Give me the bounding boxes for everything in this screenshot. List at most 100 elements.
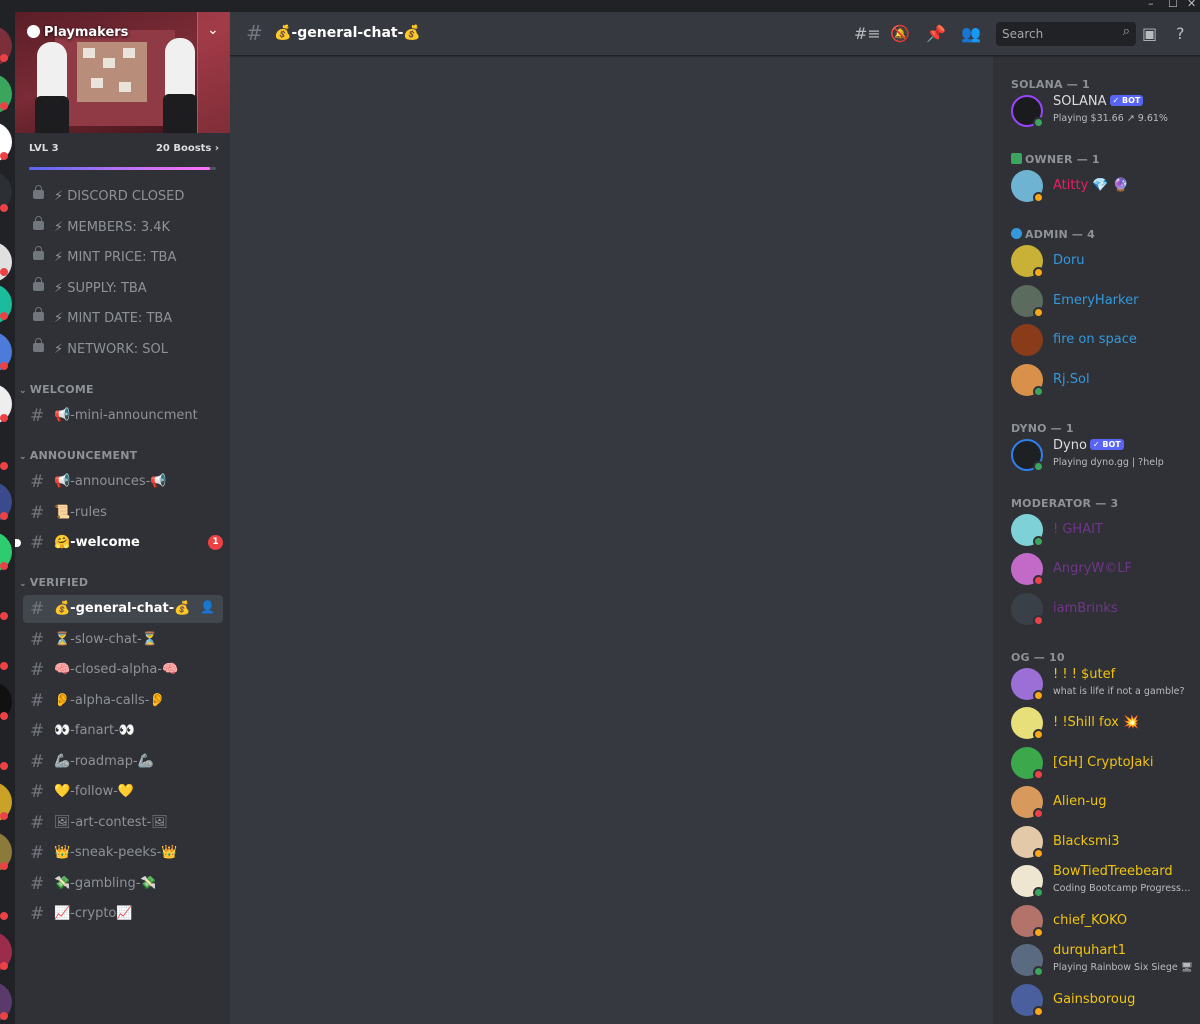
member-activity: Playing dyno.gg | ?help [1053,457,1164,468]
member-activity: Playing $31.66 ↗ 9.61% [1053,113,1168,124]
channel-info[interactable]: ⚡ SUPPLY: TBA [23,275,223,303]
status-online-icon [1033,887,1044,898]
mention-badge: 1 [208,535,223,550]
member-name: [GH] CryptoJaki [1053,755,1154,770]
channel-crypto[interactable]: # 📈-crypto📈 [23,900,223,928]
member-atitty[interactable]: Atitty 💎 🔮 [1003,165,1193,207]
channel-general-chat[interactable]: # 💰-general-chat-💰 👤 [23,595,223,623]
status-idle-icon [1033,729,1044,740]
member-name: iamBrinks [1053,601,1118,616]
chevron-down-icon: ⌄ [19,452,27,462]
channel-sneak-peeks[interactable]: # 👑-sneak-peeks-👑 [23,839,223,867]
banner-art [123,48,135,58]
inbox-icon[interactable]: ▣ [1142,24,1157,43]
hash-icon: # [30,630,45,650]
channel-fanart[interactable]: # 👀-fanart-👀 [23,717,223,745]
member-og[interactable]: BowTiedTreebeard Coding Bootcamp Progres… [1003,860,1193,902]
close-button[interactable]: ✕ [1187,0,1196,10]
server-icon[interactable] [0,242,12,282]
member-angrywolf[interactable]: AngryW©LF [1003,548,1193,590]
threads-icon[interactable]: #≡ [854,24,881,43]
channel-name: 👂-alpha-calls-👂 [54,693,166,708]
hash-icon: # [30,843,45,863]
pin-icon[interactable]: 📌 [926,24,946,43]
banner-art [163,94,197,133]
channel-info[interactable]: ⚡ NETWORK: SOL [23,336,223,364]
channel-mini-announcment[interactable]: # 📢-mini-announcment [23,402,223,430]
channel-info[interactable]: ⚡ MINT PRICE: TBA [23,244,223,272]
hash-icon: # [30,691,45,711]
member-list: SOLANA — 1 SOLANA ✓ BOT Playing $31.66 ↗ … [993,12,1200,1024]
category-welcome[interactable]: ⌄ WELCOME [19,383,94,396]
channel-announces[interactable]: # 📢-announces-📢 [23,468,223,496]
channel-info[interactable]: ⚡ MINT DATE: TBA [23,305,223,333]
channel-info[interactable]: ⚡ MEMBERS: 3.4K [23,214,223,242]
banner-art [83,48,95,58]
channel-slow-chat[interactable]: # ⏳-slow-chat-⏳ [23,626,223,654]
member-solana[interactable]: SOLANA ✓ BOT Playing $31.66 ↗ 9.61% [1003,90,1193,132]
channel-roadmap[interactable]: # 🦾-roadmap-🦾 [23,748,223,776]
member-name: Blacksmi3 [1053,834,1120,849]
lock-icon [33,277,44,291]
member-name: fire on space [1053,332,1137,347]
server-menu-button[interactable]: ⌄ [197,12,230,133]
help-icon[interactable]: ? [1176,24,1185,43]
chat-scrollbar[interactable] [980,56,993,1024]
member-name: ! GHAIT [1053,522,1103,537]
member-ghait[interactable]: ! GHAIT [1003,509,1193,551]
member-iambrinks[interactable]: iamBrinks [1003,588,1193,630]
member-doru[interactable]: Doru [1003,240,1193,282]
member-dyno[interactable]: Dyno ✓ BOT Playing dyno.gg | ?help [1003,434,1193,476]
chevron-down-icon: ⌄ [19,579,27,589]
member-name: ! !Shill fox 💥 [1053,715,1140,730]
channel-name: ⚡ DISCORD CLOSED [54,189,185,204]
status-idle-icon [1033,690,1044,701]
channel-welcome[interactable]: # 🤗-welcome 1 [23,529,223,557]
member-og[interactable]: Alien-ug [1003,781,1193,823]
server-name[interactable]: Playmakers [27,25,128,40]
search-input[interactable]: Search ⌕ [996,22,1136,46]
member-emeryharker[interactable]: EmeryHarker [1003,280,1193,322]
lock-icon [33,185,44,199]
mention-badge [0,862,8,870]
category-verified[interactable]: ⌄ VERIFIED [19,576,88,589]
member-name: BowTiedTreebeard [1053,864,1173,879]
server-rail [0,12,15,1024]
maximize-button[interactable]: ☐ [1168,0,1178,10]
channel-name: ⚡ MINT PRICE: TBA [54,250,177,265]
channel-info[interactable]: ⚡ DISCORD CLOSED [23,183,223,211]
channel-gambling[interactable]: # 💸-gambling-💸 [23,870,223,898]
hash-icon: # [30,874,45,894]
member-og[interactable]: ! ! ! $utef what is life if not a gamble… [1003,663,1193,705]
member-og[interactable]: [GH] CryptoJaki [1003,742,1193,784]
mention-badge [0,102,8,110]
member-og[interactable]: Blacksmi3 [1003,821,1193,863]
bell-slash-icon[interactable]: 🔕 [890,24,910,43]
channel-follow[interactable]: # 💛-follow-💛 [23,778,223,806]
member-og[interactable]: durquhart1 Playing Rainbow Six Siege 🖥 [1003,939,1193,981]
channel-closed-alpha[interactable]: # 🧠-closed-alpha-🧠 [23,656,223,684]
category-announcement[interactable]: ⌄ ANNOUNCEMENT [19,449,137,462]
member-activity: Coding Bootcamp Progression:... [1053,883,1193,894]
channel-rules[interactable]: # 📜-rules [23,499,223,527]
mention-badge [0,762,8,770]
mention-badge [0,962,8,970]
member-og[interactable]: chief_KOKO [1003,900,1193,942]
member-og[interactable]: Gainsboroug [1003,979,1193,1021]
minimize-button[interactable]: – [1148,0,1154,10]
member-rj-sol[interactable]: Rj.Sol [1003,359,1193,401]
lock-icon [33,338,44,352]
create-invite-icon[interactable]: 👤 [200,600,215,614]
members-icon[interactable]: 👥 [961,24,981,43]
status-dnd-icon [1033,769,1044,780]
member-og[interactable]: ! !Shill fox 💥 [1003,702,1193,744]
mention-badge [0,362,8,370]
channel-art-contest[interactable]: # 🖼-art-contest-🖼 [23,809,223,837]
banner-art [119,82,131,92]
mention-badge [0,414,8,422]
status-idle-icon [1033,267,1044,278]
channel-alpha-calls[interactable]: # 👂-alpha-calls-👂 [23,687,223,715]
member-fire-on-space[interactable]: fire on space [1003,319,1193,361]
server-banner[interactable]: Playmakers ⌄ [15,12,230,133]
member-name: Atitty 💎 🔮 [1053,178,1129,193]
